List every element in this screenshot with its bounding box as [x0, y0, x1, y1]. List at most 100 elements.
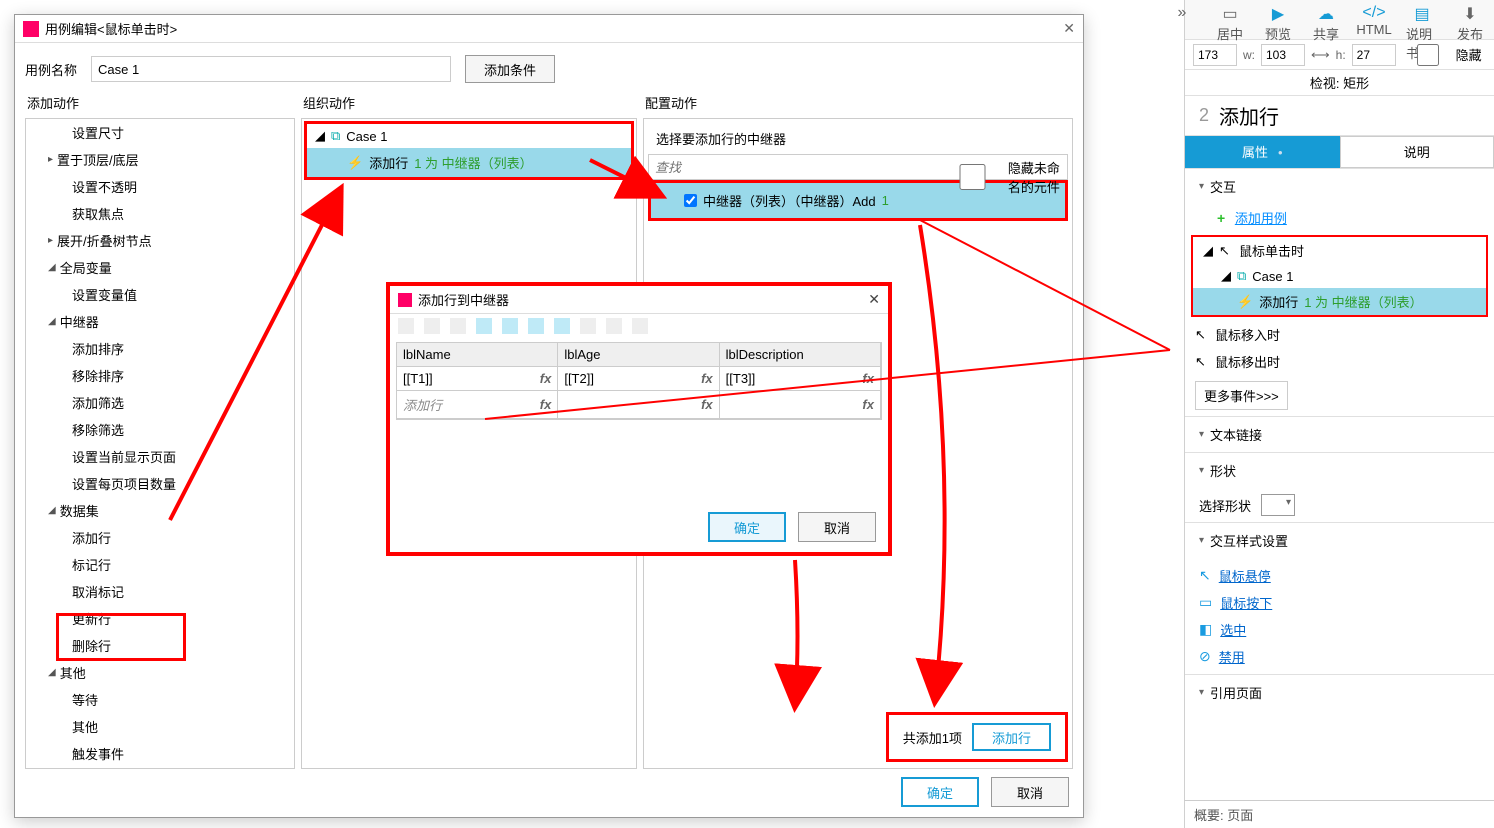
act-repeater[interactable]: 中继器 [26, 308, 294, 335]
dialog-top-row: 用例名称 添加条件 [15, 43, 1083, 89]
act-bringfront[interactable]: 置于顶层/底层 [26, 146, 294, 173]
fx-icon[interactable]: fx [540, 397, 552, 412]
actions-column: 添加动作 设置尺寸 置于顶层/底层 设置不透明 获取焦点 展开/折叠树节点 全局… [25, 89, 295, 769]
toolbar-more-btn[interactable]: » [1166, 4, 1198, 35]
act-globals[interactable]: 全局变量 [26, 254, 294, 281]
widget-checkbox[interactable] [684, 194, 697, 207]
shape-dropdown[interactable] [1261, 494, 1295, 516]
style-press-link[interactable]: 鼠标按下 [1220, 593, 1272, 612]
tb-ic-5[interactable] [502, 318, 518, 334]
act-focus[interactable]: 获取焦点 [26, 200, 294, 227]
add-condition-btn[interactable]: 添加条件 [465, 55, 555, 83]
inspector-tabs: 属性• 说明 [1185, 136, 1494, 168]
y-input[interactable] [1193, 44, 1237, 66]
act-setpage[interactable]: 设置当前显示页面 [26, 443, 294, 470]
act-update[interactable]: 更新行 [26, 605, 294, 632]
w-label: w: [1243, 48, 1255, 62]
dialog-close-icon[interactable]: ✕ [1063, 20, 1075, 37]
tab-properties[interactable]: 属性• [1185, 136, 1340, 168]
dialog-ok-btn[interactable]: 确定 [901, 777, 979, 807]
act-addfilter[interactable]: 添加筛选 [26, 389, 294, 416]
act-addsort[interactable]: 添加排序 [26, 335, 294, 362]
act-other[interactable]: 其他 [26, 659, 294, 686]
case-name-input[interactable] [91, 56, 451, 82]
style-hover-link[interactable]: 鼠标悬停 [1219, 566, 1271, 585]
section-textlink[interactable]: 文本链接 [1185, 416, 1494, 452]
act-setvar[interactable]: 设置变量值 [26, 281, 294, 308]
hide-unnamed-checkbox[interactable] [941, 164, 1004, 190]
act-dataset[interactable]: 数据集 [26, 497, 294, 524]
act-setsize[interactable]: 设置尺寸 [26, 119, 294, 146]
section-interactions[interactable]: 交互 [1185, 168, 1494, 204]
config-footer-highlight: 共添加1项 添加行 [886, 712, 1068, 762]
html-btn[interactable]: </>HTML [1358, 4, 1390, 35]
share-btn[interactable]: ☁共享 [1310, 4, 1342, 35]
fx-icon[interactable]: fx [701, 371, 713, 386]
act-fire[interactable]: 触发事件 [26, 740, 294, 767]
cursor2-icon: ↖ [1199, 567, 1211, 584]
modal-ok-btn[interactable]: 确定 [708, 512, 786, 542]
publish-btn[interactable]: ⬇发布 [1454, 4, 1486, 35]
act-misc[interactable]: 其他 [26, 713, 294, 740]
section-interstyle[interactable]: 交互样式设置 [1185, 522, 1494, 558]
center-btn[interactable]: ▭居中 [1214, 4, 1246, 35]
fx-icon[interactable]: fx [862, 371, 874, 386]
style-links: ↖鼠标悬停 ▭鼠标按下 ◧选中 ⊘禁用 [1185, 558, 1494, 674]
fx-icon[interactable]: fx [540, 371, 552, 386]
style-selected-link[interactable]: 选中 [1220, 620, 1246, 639]
section-shape[interactable]: 形状 [1185, 452, 1494, 488]
table-row-1[interactable]: [[T1]]fx [[T2]]fx [[T3]]fx [397, 367, 881, 391]
style-disabled-link[interactable]: 禁用 [1219, 647, 1245, 666]
modal-close-icon[interactable]: ✕ [868, 291, 880, 308]
act-delete[interactable]: 删除行 [26, 632, 294, 659]
tree-icon: ⧉ [1237, 268, 1246, 284]
dialog-titlebar: 用例编辑<鼠标单击时> ✕ [15, 15, 1083, 43]
event-case[interactable]: ◢⧉ Case 1 [1193, 264, 1486, 288]
act-opacity[interactable]: 设置不透明 [26, 173, 294, 200]
manual-btn[interactable]: ▤说明书 [1406, 4, 1438, 35]
event-tree-highlight: ◢↖ 鼠标单击时 ◢⧉ Case 1 ⚡ 添加行 1 为 中继器（列表） [1191, 235, 1488, 317]
act-expand[interactable]: 展开/折叠树节点 [26, 227, 294, 254]
event-action-row[interactable]: ⚡ 添加行 1 为 中继器（列表） [1193, 288, 1486, 315]
act-addrow[interactable]: 添加行 [26, 524, 294, 551]
case-action-row[interactable]: ⚡ 添加行 1 为 中继器（列表） [307, 148, 631, 177]
hide-checkbox[interactable] [1406, 44, 1450, 66]
act-unmark[interactable]: 取消标记 [26, 578, 294, 605]
tb-ic-3[interactable] [450, 318, 466, 334]
tb-ic-6[interactable] [528, 318, 544, 334]
tb-ic-8[interactable] [580, 318, 596, 334]
lock-icon[interactable]: ⟷ [1311, 47, 1330, 63]
case-row[interactable]: ◢⧉ Case 1 [307, 124, 631, 148]
h-input[interactable] [1352, 44, 1396, 66]
act-markrow[interactable]: 标记行 [26, 551, 294, 578]
event-mousein[interactable]: ↖ 鼠标移入时 [1185, 321, 1494, 348]
more-events-btn[interactable]: 更多事件>>> [1195, 381, 1288, 410]
tb-ic-1[interactable] [398, 318, 414, 334]
add-row-modal: 添加行到中继器 ✕ lblName lblAge lblDescription … [386, 282, 892, 556]
fx-icon[interactable]: fx [701, 397, 713, 412]
tb-ic-2[interactable] [424, 318, 440, 334]
add-row-button[interactable]: 添加行 [972, 723, 1051, 751]
preview-btn[interactable]: ▶预览 [1262, 4, 1294, 35]
modal-cancel-btn[interactable]: 取消 [798, 512, 876, 542]
event-mouseout[interactable]: ↖ 鼠标移出时 [1185, 348, 1494, 375]
act-remsort[interactable]: 移除排序 [26, 362, 294, 389]
dialog-buttons: 确定 取消 [901, 777, 1069, 807]
tb-ic-10[interactable] [632, 318, 648, 334]
act-wait[interactable]: 等待 [26, 686, 294, 713]
act-setitems[interactable]: 设置每页项目数量 [26, 470, 294, 497]
inspector-title: 2 添加行 [1185, 96, 1494, 136]
tb-ic-4[interactable] [476, 318, 492, 334]
table-row-add[interactable]: 添加行fx fx fx [397, 391, 881, 419]
add-case-link[interactable]: 添加用例 [1235, 211, 1287, 226]
fx-icon[interactable]: fx [862, 397, 874, 412]
tb-ic-7[interactable] [554, 318, 570, 334]
w-input[interactable] [1261, 44, 1305, 66]
event-mouseclick[interactable]: ◢↖ 鼠标单击时 [1193, 237, 1486, 264]
section-refpage[interactable]: 引用页面 [1185, 674, 1494, 710]
actions-header: 添加动作 [25, 89, 295, 118]
tab-description[interactable]: 说明 [1340, 136, 1494, 168]
dialog-cancel-btn[interactable]: 取消 [991, 777, 1069, 807]
act-remfilter[interactable]: 移除筛选 [26, 416, 294, 443]
tb-ic-9[interactable] [606, 318, 622, 334]
